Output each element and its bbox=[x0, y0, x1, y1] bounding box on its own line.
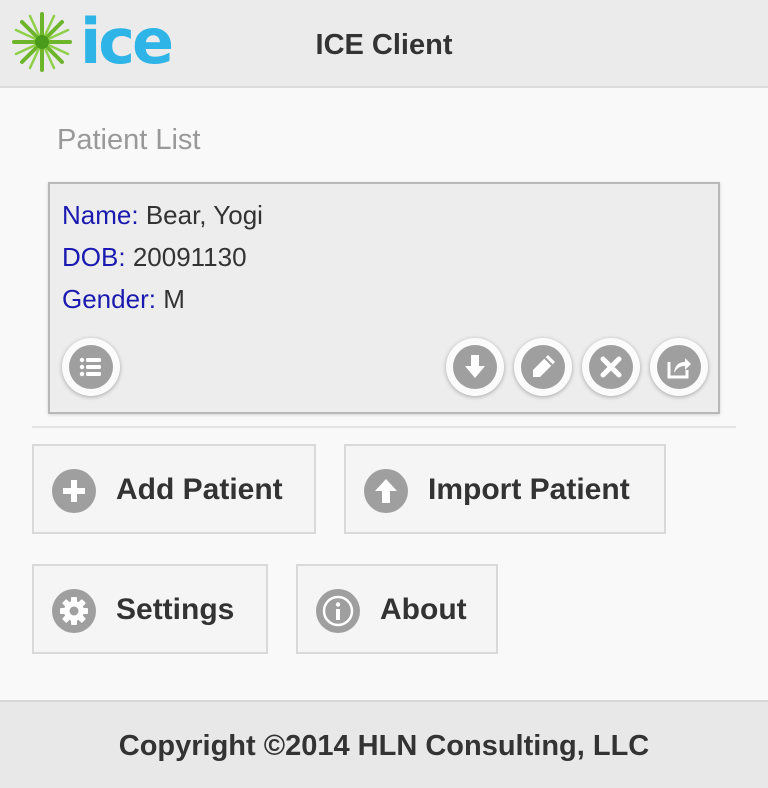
share-button[interactable] bbox=[650, 338, 708, 396]
dob-label: DOB: bbox=[62, 242, 126, 272]
details-button[interactable] bbox=[62, 338, 120, 396]
add-patient-button[interactable]: Add Patient bbox=[32, 444, 316, 534]
list-icon bbox=[69, 345, 113, 389]
divider bbox=[32, 426, 736, 428]
app-header: ice ICE Client bbox=[0, 0, 768, 88]
name-value: Bear, Yogi bbox=[145, 200, 263, 230]
patient-list-title: Patient List bbox=[57, 124, 201, 156]
about-button[interactable]: About bbox=[296, 564, 498, 654]
info-icon bbox=[316, 589, 360, 633]
arrow-up-icon bbox=[364, 469, 408, 513]
page-title: ICE Client bbox=[315, 29, 453, 61]
gear-icon bbox=[52, 589, 96, 633]
footer-copyright: Copyright ©2014 HLN Consulting, LLC bbox=[0, 700, 768, 788]
patient-dob-field: DOB: 20091130 bbox=[62, 242, 247, 273]
import-patient-label: Import Patient bbox=[428, 473, 630, 506]
dob-value: 20091130 bbox=[132, 242, 247, 272]
add-patient-label: Add Patient bbox=[116, 473, 283, 506]
edit-button[interactable] bbox=[514, 338, 572, 396]
delete-button[interactable] bbox=[582, 338, 640, 396]
gender-label: Gender: bbox=[62, 284, 156, 314]
settings-button[interactable]: Settings bbox=[32, 564, 268, 654]
patient-name-field: Name: Bear, Yogi bbox=[62, 200, 263, 231]
plus-icon bbox=[52, 469, 96, 513]
download-icon bbox=[453, 345, 497, 389]
download-button[interactable] bbox=[446, 338, 504, 396]
patient-card[interactable]: Name: Bear, Yogi DOB: 20091130 Gender: M bbox=[48, 182, 720, 414]
settings-label: Settings bbox=[116, 593, 235, 626]
share-icon bbox=[657, 345, 701, 389]
edit-icon bbox=[521, 345, 565, 389]
gender-value: M bbox=[163, 284, 185, 314]
name-label: Name: bbox=[62, 200, 139, 230]
about-label: About bbox=[380, 593, 467, 626]
delete-icon bbox=[589, 345, 633, 389]
import-patient-button[interactable]: Import Patient bbox=[344, 444, 666, 534]
patient-gender-field: Gender: M bbox=[62, 284, 185, 315]
